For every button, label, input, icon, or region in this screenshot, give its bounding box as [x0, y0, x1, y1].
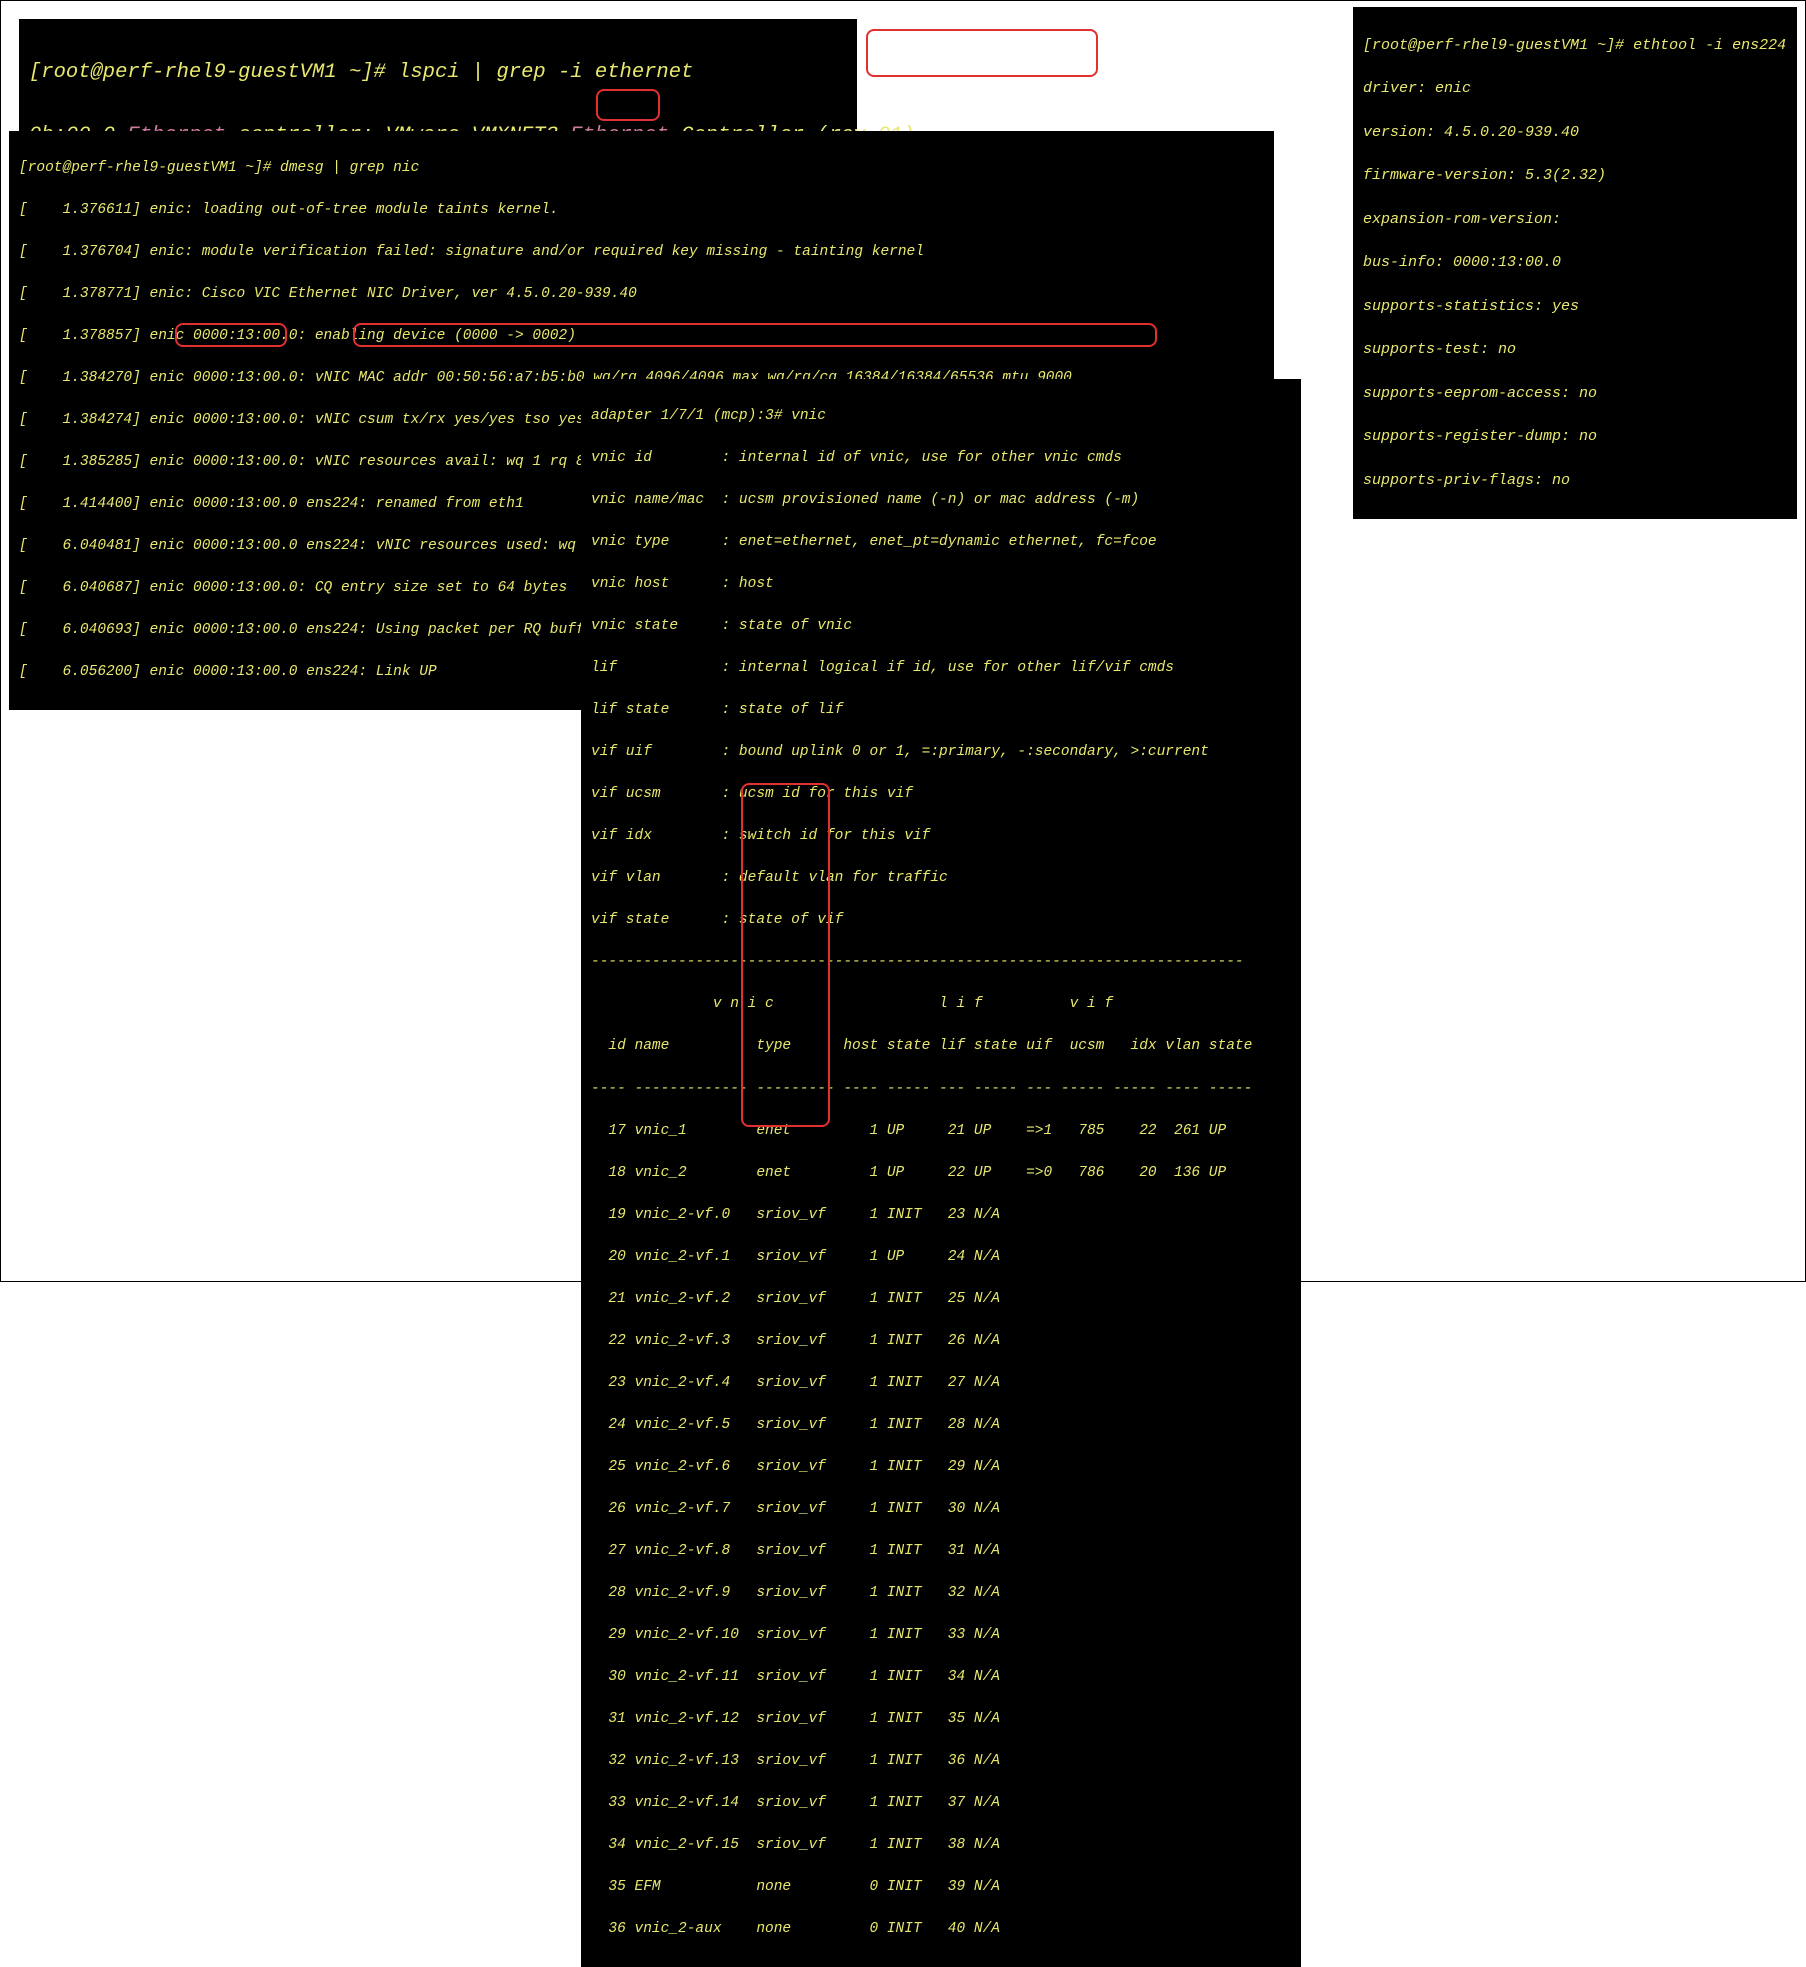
ethtool-output-line: supports-statistics: yes [1363, 296, 1787, 318]
ethtool-output-line: supports-eeprom-access: no [1363, 383, 1787, 405]
vnic-legend-line: vif state : state of vif [591, 910, 1291, 931]
ethtool-output-line: firmware-version: 5.3(2.32) [1363, 165, 1787, 187]
vnic-header: adapter 1/7/1 (mcp):3# vnic [591, 406, 1291, 427]
ethtool-output-line: supports-test: no [1363, 339, 1787, 361]
vnic-table-row: 20 vnic_2-vf.1 sriov_vf 1 UP 24 N/A [591, 1247, 1291, 1268]
vnic-table-row: 36 vnic_2-aux none 0 INIT 40 N/A [591, 1919, 1291, 1940]
ethtool-output-line: supports-register-dump: no [1363, 426, 1787, 448]
vnic-legend-line: vnic name/mac : ucsm provisioned name (-… [591, 490, 1291, 511]
vnic-legend-line: vnic state : state of vnic [591, 616, 1291, 637]
vnic-table-row: 31 vnic_2-vf.12 sriov_vf 1 INIT 35 N/A [591, 1709, 1291, 1730]
vnic-table-row: 17 vnic_1 enet 1 UP 21 UP =>1 785 22 261… [591, 1121, 1291, 1142]
vnic-table-row: 23 vnic_2-vf.4 sriov_vf 1 INIT 27 N/A [591, 1373, 1291, 1394]
vnic-table-row: 30 vnic_2-vf.11 sriov_vf 1 INIT 34 N/A [591, 1667, 1291, 1688]
ethtool-output-line: bus-info: 0000:13:00.0 [1363, 252, 1787, 274]
vnic-table-row: 35 EFM none 0 INIT 39 N/A [591, 1877, 1291, 1898]
highlight-enic-driver-version [866, 29, 1098, 77]
vnic-table-row: 32 vnic_2-vf.13 sriov_vf 1 INIT 36 N/A [591, 1751, 1291, 1772]
vnic-column-header: ---- ------------- --------- ---- ----- … [591, 1079, 1291, 1100]
terminal-vnic: adapter 1/7/1 (mcp):3# vnic vnic id : in… [581, 379, 1301, 1967]
dmesg-output-line: [ 1.376704] enic: module verification fa… [19, 242, 1264, 263]
vnic-table-row: 26 vnic_2-vf.7 sriov_vf 1 INIT 30 N/A [591, 1499, 1291, 1520]
ethtool-output-line: supports-priv-flags: no [1363, 470, 1787, 492]
vnic-table-row: 21 vnic_2-vf.2 sriov_vf 1 INIT 25 N/A [591, 1289, 1291, 1310]
terminal-ethtool: [root@perf-rhel9-guestVM1 ~]# ethtool -i… [1353, 7, 1797, 519]
vnic-legend-line: vif vlan : default vlan for traffic [591, 868, 1291, 889]
vnic-legend-line: vnic id : internal id of vnic, use for o… [591, 448, 1291, 469]
vnic-table-row: 29 vnic_2-vf.10 sriov_vf 1 INIT 33 N/A [591, 1625, 1291, 1646]
ethtool-output-line: expansion-rom-version: [1363, 209, 1787, 231]
dmesg-cmd-line: [root@perf-rhel9-guestVM1 ~]# dmesg | gr… [19, 158, 1264, 179]
vnic-table-row: 24 vnic_2-vf.5 sriov_vf 1 INIT 28 N/A [591, 1415, 1291, 1436]
ethtool-output-line: version: 4.5.0.20-939.40 [1363, 122, 1787, 144]
vnic-legend-line: vif idx : switch id for this vif [591, 826, 1291, 847]
vnic-legend-line: lif state : state of lif [591, 700, 1291, 721]
dmesg-output-line: [ 1.376611] enic: loading out-of-tree mo… [19, 200, 1264, 221]
dmesg-output-line: [ 1.378857] enic 0000:13:00.0: enabling … [19, 326, 1264, 347]
vnic-table-row: 33 vnic_2-vf.14 sriov_vf 1 INIT 37 N/A [591, 1793, 1291, 1814]
vnic-table-row: 25 vnic_2-vf.6 sriov_vf 1 INIT 29 N/A [591, 1457, 1291, 1478]
vnic-legend-line: vnic type : enet=ethernet, enet_pt=dynam… [591, 532, 1291, 553]
ethtool-output-line: driver: enic [1363, 78, 1787, 100]
vnic-table-row: 34 vnic_2-vf.15 sriov_vf 1 INIT 38 N/A [591, 1835, 1291, 1856]
command: lspci | grep -i ethernet [398, 61, 693, 84]
vnic-table-row: 19 vnic_2-vf.0 sriov_vf 1 INIT 23 N/A [591, 1205, 1291, 1226]
vnic-legend-line: vnic host : host [591, 574, 1291, 595]
vnic-table-row: 22 vnic_2-vf.3 sriov_vf 1 INIT 26 N/A [591, 1331, 1291, 1352]
vnic-legend-line: vif uif : bound uplink 0 or 1, =:primary… [591, 742, 1291, 763]
prompt: [root@perf-rhel9-guestVM1 ~]# [29, 61, 386, 84]
vnic-separator: ----------------------------------------… [591, 952, 1291, 973]
vnic-table-row: 28 vnic_2-vf.9 sriov_vf 1 INIT 32 N/A [591, 1583, 1291, 1604]
vnic-legend-line: vif ucsm : ucsm id for this vif [591, 784, 1291, 805]
vnic-table-row: 27 vnic_2-vf.8 sriov_vf 1 INIT 31 N/A [591, 1541, 1291, 1562]
dmesg-output-line: [ 1.378771] enic: Cisco VIC Ethernet NIC… [19, 284, 1264, 305]
vnic-legend-line: lif : internal logical if id, use for ot… [591, 658, 1291, 679]
vnic-column-header: id name type host state lif state uif uc… [591, 1036, 1291, 1057]
vnic-table-row: 18 vnic_2 enet 1 UP 22 UP =>0 786 20 136… [591, 1163, 1291, 1184]
lspci-cmd-line: [root@perf-rhel9-guestVM1 ~]# lspci | gr… [29, 57, 847, 89]
ethtool-cmd-line: [root@perf-rhel9-guestVM1 ~]# ethtool -i… [1363, 35, 1787, 57]
vnic-column-header: v n i c l i f v i f [591, 994, 1291, 1015]
